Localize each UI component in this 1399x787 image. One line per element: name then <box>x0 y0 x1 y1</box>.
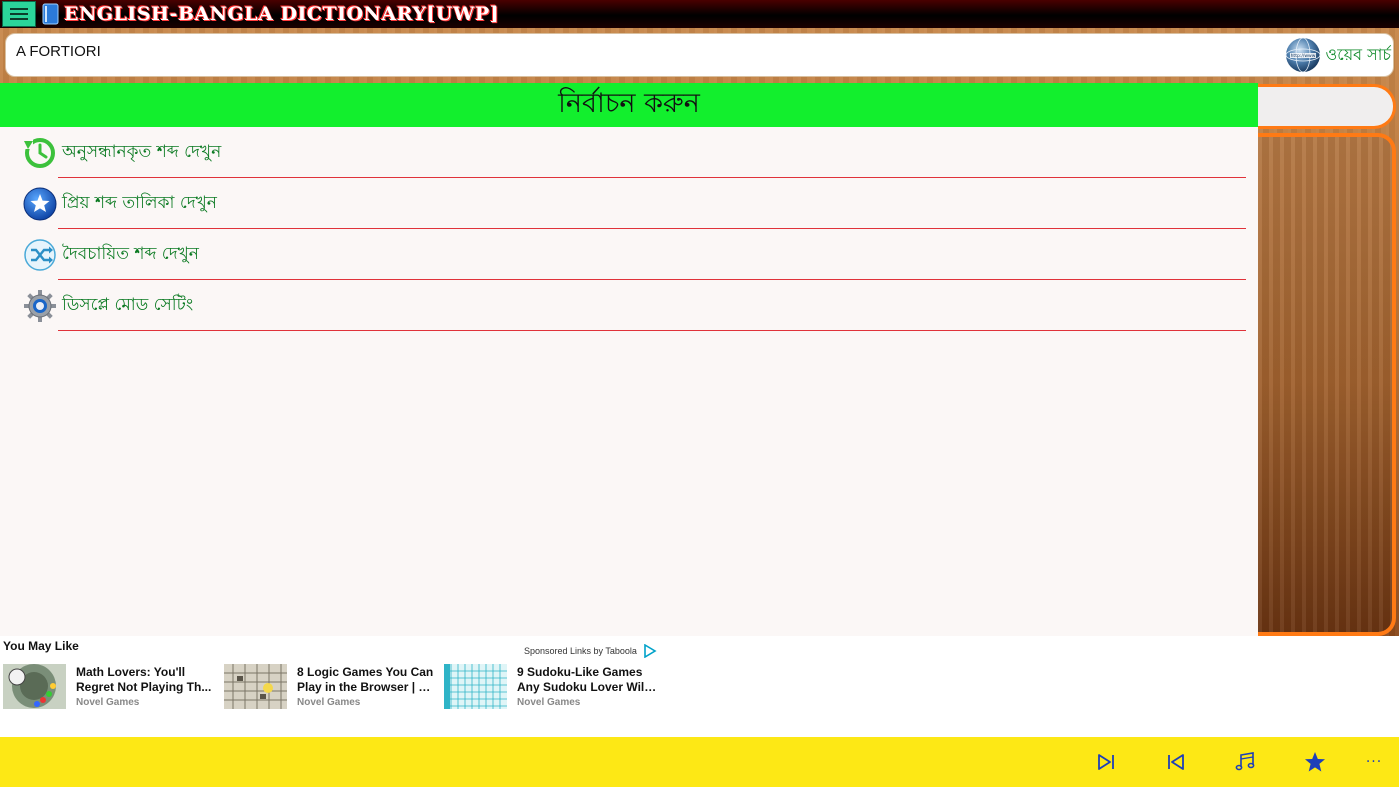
favorite-button[interactable] <box>1302 749 1328 775</box>
music-icon <box>1235 752 1255 771</box>
book-icon <box>42 3 59 25</box>
title-bar: ENGLISH-BANGLA DICTIONARY[UWP] <box>0 0 1399 28</box>
previous-track-icon <box>1168 754 1184 770</box>
ad-source: Novel Games <box>517 697 581 708</box>
ad-source: Novel Games <box>76 697 140 708</box>
ad-thumbnail <box>444 664 507 709</box>
bottom-app-bar: ··· <box>0 737 1399 787</box>
ad-card[interactable]: 9 Sudoku-Like Games Any Sudoku Lover Wil… <box>444 664 659 710</box>
menu-item-label: অনুসন্ধানকৃত শব্দ দেখুন <box>62 142 222 162</box>
star-icon <box>23 187 57 221</box>
ad-card[interactable]: 8 Logic Games You Can Play in the Browse… <box>224 664 439 710</box>
shuffle-icon <box>24 239 56 271</box>
ad-card[interactable]: Math Lovers: You'll Regret Not Playing T… <box>3 664 218 710</box>
menu-item-label: দৈবচায়িত শব্দ দেখুন <box>62 244 199 264</box>
more-icon: ··· <box>1365 754 1383 770</box>
menu-item-label: প্রিয় শব্দ তালিকা দেখুন <box>62 193 217 213</box>
search-input[interactable] <box>16 39 1276 63</box>
ad-title: 8 Logic Games You Can Play in the Browse… <box>297 665 437 694</box>
main-panel: নির্বাচন করুন অনুসন্ধানকৃত শব্দ দেখুন প্… <box>0 83 1258 636</box>
menu-list: অনুসন্ধানকৃত শব্দ দেখুন প্রিয় শব্দ তালি… <box>0 127 1258 331</box>
hamburger-menu-button[interactable] <box>2 1 36 27</box>
more-button[interactable]: ··· <box>1361 749 1387 775</box>
menu-item-label: ডিসপ্লে মোড সেটিং <box>62 295 194 315</box>
ads-sponsor[interactable]: Sponsored Links by Taboola <box>524 644 657 658</box>
ad-thumbnail <box>3 664 66 709</box>
adchoices-icon <box>644 644 657 658</box>
side-tab[interactable] <box>1258 84 1396 129</box>
ads-heading: You May Like <box>3 639 79 653</box>
ad-title: Math Lovers: You'll Regret Not Playing T… <box>76 665 212 694</box>
ad-source: Novel Games <box>297 697 361 708</box>
history-icon <box>23 138 55 168</box>
menu-item-random[interactable]: দৈবচায়িত শব্দ দেখুন <box>0 229 1258 280</box>
next-button[interactable] <box>1093 749 1119 775</box>
next-track-icon <box>1098 754 1114 770</box>
web-search-button[interactable]: http://www ওয়েব সার্চ <box>1284 36 1391 74</box>
app-title: ENGLISH-BANGLA DICTIONARY[UWP] <box>64 3 500 25</box>
music-button[interactable] <box>1232 749 1258 775</box>
panel-header: নির্বাচন করুন <box>0 83 1258 127</box>
ad-title: 9 Sudoku-Like Games Any Sudoku Lover Wil… <box>517 665 657 694</box>
ads-sponsor-label: Sponsored Links by Taboola <box>524 646 637 656</box>
search-box: http://www ওয়েব সার্চ <box>5 33 1394 77</box>
ad-thumbnail <box>224 664 287 709</box>
menu-item-favorites[interactable]: প্রিয় শব্দ তালিকা দেখুন <box>0 178 1258 229</box>
menu-item-history[interactable]: অনুসন্ধানকৃত শব্দ দেখুন <box>0 127 1258 178</box>
previous-button[interactable] <box>1163 749 1189 775</box>
gear-icon <box>24 290 56 322</box>
menu-item-display-mode[interactable]: ডিসপ্লে মোড সেটিং <box>0 280 1258 331</box>
ad-strip: You May Like Sponsored Links by Taboola … <box>0 636 1399 737</box>
svg-text:http://www: http://www <box>1290 53 1315 59</box>
globe-icon: http://www <box>1285 37 1320 73</box>
side-panel <box>1258 133 1396 636</box>
hamburger-icon <box>10 8 28 20</box>
divider <box>58 330 1246 331</box>
web-search-label: ওয়েব সার্চ <box>1325 44 1391 64</box>
star-icon <box>1305 752 1325 772</box>
